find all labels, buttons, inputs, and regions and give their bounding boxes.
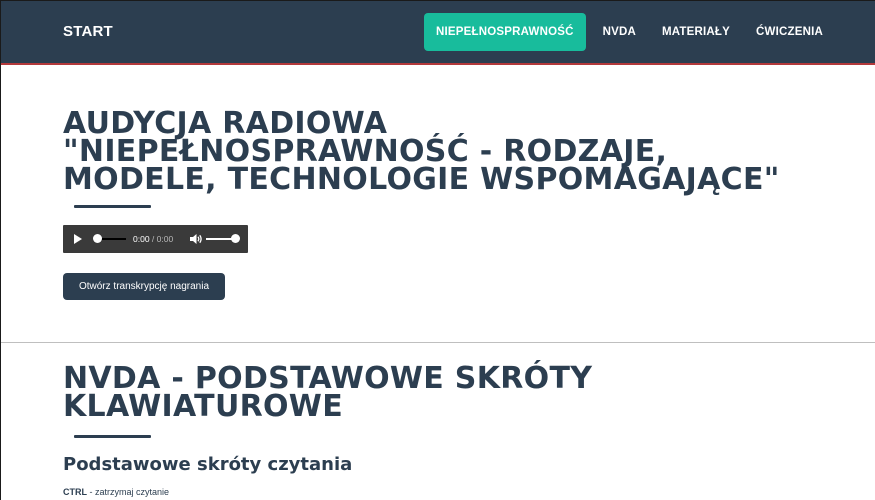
title-divider [74,435,151,438]
nvda-section-title: NVDA - PODSTAWOWE SKRÓTY KLAWIATUROWE [63,364,592,424]
nav-item-materialy[interactable]: MATERIAŁY [649,13,743,51]
audio-section: AUDYCJA RADIOWA "NIEPEŁNOSPRAWNOŚĆ - ROD… [1,65,875,343]
nav-menu: NIEPEŁNOSPRAWNOŚĆ NVDA MATERIAŁY ĆWICZEN… [424,1,836,63]
reading-shortcuts-heading: Podstawowe skróty czytania [63,454,353,475]
audio-section-title: AUDYCJA RADIOWA "NIEPEŁNOSPRAWNOŚĆ - ROD… [63,109,780,197]
time-display: 0:00 / 0:00 [133,233,173,245]
shortcut-key: CTRL [63,487,87,497]
volume-icon[interactable] [189,233,203,245]
nvda-section: NVDA - PODSTAWOWE SKRÓTY KLAWIATUROWE Po… [1,344,875,500]
seek-slider-thumb[interactable] [93,234,102,243]
nav-item-cwiczenia[interactable]: ĆWICZENIA [743,13,836,51]
time-separator: / [149,234,157,244]
nav-item-nvda[interactable]: NVDA [590,13,649,51]
shortcut-description: - zatrzymaj czytanie [87,487,170,497]
open-transcript-button[interactable]: Otwórz transkrypcję nagrania [63,273,225,300]
audio-player: 0:00 / 0:00 [63,225,248,253]
page: START NIEPEŁNOSPRAWNOŚĆ NVDA MATERIAŁY Ć… [0,0,875,500]
current-time: 0:00 [133,234,150,244]
brand-link[interactable]: START [63,1,113,65]
title-line: KLAWIATUROWE [63,389,343,424]
title-divider [74,205,151,208]
duration: 0:00 [156,234,174,244]
volume-slider-thumb[interactable] [231,234,240,243]
play-icon[interactable] [74,234,82,244]
navbar: START NIEPEŁNOSPRAWNOŚĆ NVDA MATERIAŁY Ć… [1,1,875,65]
shortcut-item: CTRL - zatrzymaj czytanie [63,487,169,497]
nav-item-niepelnosprawnosc[interactable]: NIEPEŁNOSPRAWNOŚĆ [424,13,586,51]
title-line: MODELE, TECHNOLOGIE WSPOMAGAJĄCE" [63,162,780,197]
